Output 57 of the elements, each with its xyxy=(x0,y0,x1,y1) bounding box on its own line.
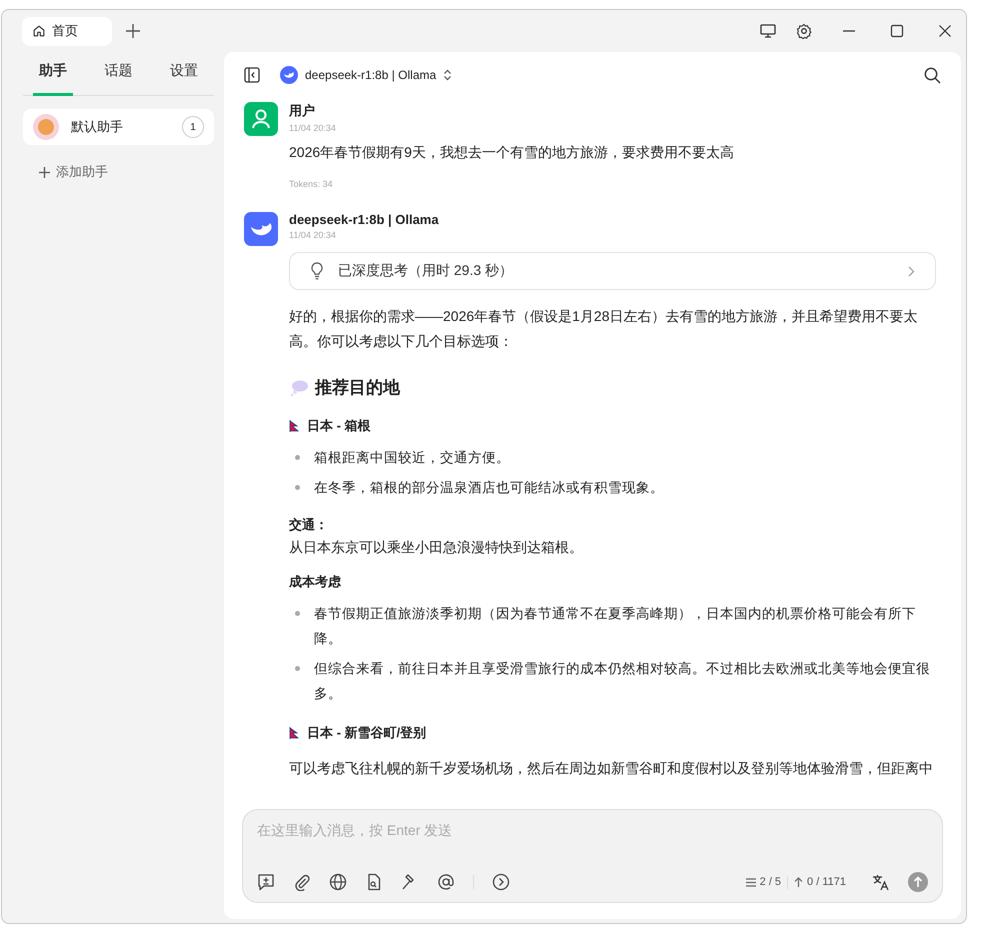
home-tab[interactable]: 首页 xyxy=(22,16,112,46)
token-usage: 0 / 1171 xyxy=(807,876,846,888)
topic-count: 1 xyxy=(182,116,204,138)
user-avatar-icon xyxy=(244,102,278,136)
sidebar-tab[interactable]: 设置 xyxy=(164,52,204,96)
sidebar-toggle-icon[interactable] xyxy=(244,67,260,83)
message-author: 用户 xyxy=(289,102,316,120)
context-icon xyxy=(746,878,756,886)
maximize-icon[interactable] xyxy=(890,24,904,38)
token-count: Tokens: 34 xyxy=(289,179,333,189)
home-icon xyxy=(32,24,46,38)
monitor-icon[interactable] xyxy=(760,23,776,39)
paragraph: 从日本东京可以乘坐小田急浪漫特快到达箱根。 xyxy=(289,539,584,557)
flag-icon xyxy=(289,420,299,432)
message-composer[interactable]: 在这里输入消息，按 Enter 发送 2 / 5 0 / 1171 xyxy=(242,809,943,903)
context-count: 2 / 5 xyxy=(760,876,782,888)
section-heading: 推荐目的地 xyxy=(315,377,400,399)
list-item: 箱根距离中国较近，交通方便。 xyxy=(314,449,510,467)
list-item: 但综合来看，前往日本并且享受滑雪旅行的成本仍然相对较高。不过相比去欧洲或北美等地会便宜很多。 xyxy=(314,660,931,703)
translate-icon[interactable] xyxy=(872,873,890,891)
assistant-item[interactable]: 默认助手 1 xyxy=(23,109,214,145)
paragraph: 可以考虑飞往札幌的新千岁爱场机场，然后在周边如新雪谷町和度假村以及登别等地体验滑雪，但距离中 xyxy=(289,759,934,778)
at-sign-icon[interactable] xyxy=(437,873,455,891)
send-icon[interactable] xyxy=(908,872,928,892)
chevron-right-icon xyxy=(908,266,915,276)
paperclip-icon[interactable] xyxy=(293,873,311,891)
subsection-heading: 日本 - 新雪谷町/登别 xyxy=(307,724,426,742)
lightbulb-icon xyxy=(310,262,324,280)
message-time: 11/04 20:34 xyxy=(289,230,337,240)
bold-label: 交通： xyxy=(289,516,329,534)
thinking-panel[interactable]: 已深度思考（用时 29.3 秒） xyxy=(289,252,936,290)
add-assistant-button[interactable]: 添加助手 xyxy=(23,159,124,185)
new-topic-icon[interactable] xyxy=(257,873,275,891)
message-text: 2026年春节假期有9天，我想去一个有雪的地方旅游，要求费用不要太高 xyxy=(289,144,735,162)
close-icon[interactable] xyxy=(938,24,952,38)
sidebar-tab[interactable]: 话题 xyxy=(98,52,138,96)
sidebar-tab[interactable]: 助手 xyxy=(33,52,73,96)
flag-icon xyxy=(289,727,299,739)
message-author: deepseek-r1:8b | Ollama xyxy=(289,212,439,227)
search-icon[interactable] xyxy=(924,66,941,84)
avatar-icon xyxy=(33,114,59,140)
list-item: 春节假期正值旅游淡季初期（因为春节通常不在夏季高峰期），日本国内的机票价格可能会有所下降。 xyxy=(314,605,917,648)
message-time: 11/04 20:34 xyxy=(289,123,336,133)
subsection-heading: 日本 - 箱根 xyxy=(307,417,371,435)
paragraph: 好的，根据你的需求——2026年春节（假设是1月28日左右）去有雪的地方旅游，并且希望费用不要太高。你可以考虑以下几个目标选项： xyxy=(289,307,919,351)
cloud-icon xyxy=(289,378,309,396)
chevron-updown-icon xyxy=(443,69,452,81)
arrow-up-icon xyxy=(794,877,804,887)
settings-icon[interactable] xyxy=(796,23,812,39)
model-selector[interactable]: deepseek-r1:8b | Ollama xyxy=(274,65,458,85)
globe-icon[interactable] xyxy=(329,873,347,891)
assistant-name: 默认助手 xyxy=(71,118,124,136)
add-tab-icon[interactable] xyxy=(126,24,140,38)
plus-icon xyxy=(39,166,50,178)
message-input[interactable]: 在这里输入消息，按 Enter 发送 xyxy=(257,822,928,838)
bold-label: 成本考虑 xyxy=(289,573,342,591)
list-item: 在冬季，箱根的部分温泉酒店也可能结冰或有积雪现象。 xyxy=(314,479,664,497)
